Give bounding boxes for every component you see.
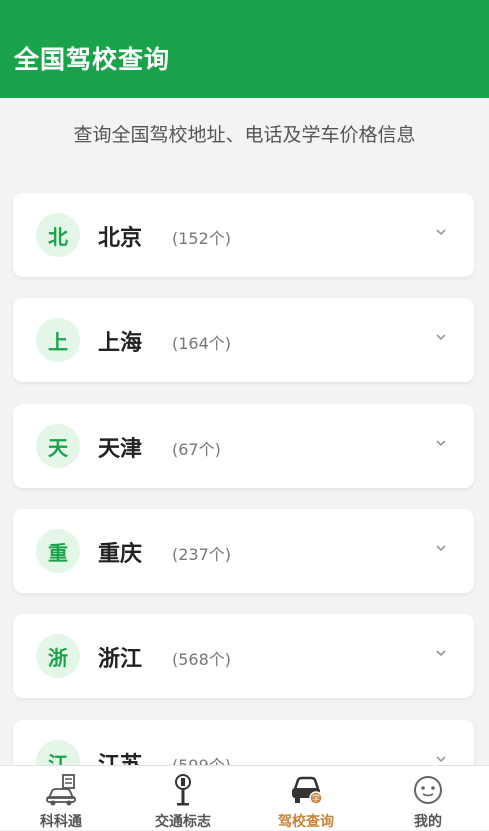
chevron-down-icon[interactable]: [436, 227, 446, 237]
page-subtitle: 查询全国驾校地址、电话及学车价格信息: [73, 124, 416, 146]
region-name: 上海: [98, 331, 143, 356]
page-title: 全国驾校查询: [14, 45, 171, 74]
region-list: 查询全国驾校地址、电话及学车价格信息 北 北京 (152个) 上 上海 (164…: [0, 0, 489, 765]
region-badge: 天: [36, 424, 80, 468]
region-card-beijing[interactable]: 北 北京 (152个): [13, 193, 474, 277]
region-badge: 重: [36, 529, 80, 573]
region-count: (164个): [172, 334, 232, 353]
region-card-zhejiang[interactable]: 浙 浙江 (568个): [13, 614, 474, 698]
chevron-down-icon[interactable]: [436, 332, 446, 342]
region-card-jiangsu[interactable]: 江 江苏 (599个): [13, 720, 474, 765]
chevron-down-icon[interactable]: [436, 648, 446, 658]
region-name: 天津: [98, 437, 143, 462]
chevron-down-icon[interactable]: [436, 543, 446, 553]
tab-profile[interactable]: 我的: [367, 766, 489, 830]
region-count: (568个): [172, 650, 232, 669]
driving-school-car-icon: 学: [292, 776, 323, 805]
region-card-tianjin[interactable]: 天 天津 (67个): [13, 404, 474, 488]
region-badge: 北: [36, 213, 80, 257]
region-card-shanghai[interactable]: 上 上海 (164个): [13, 298, 474, 382]
tab-traffic-signs[interactable]: 交通标志: [122, 766, 244, 830]
traffic-sign-icon: [175, 774, 191, 806]
tab-driving-school-search[interactable]: 学 驾校查询: [245, 766, 367, 830]
car-exam-icon: [46, 774, 76, 806]
region-count: (599个): [172, 752, 231, 765]
region-name: 北京: [98, 226, 143, 251]
app-header: 全国驾校查询: [0, 0, 489, 98]
chevron-down-icon[interactable]: [436, 438, 446, 448]
region-badge: 上: [36, 318, 80, 362]
tab-label: 科科通: [40, 814, 82, 830]
profile-face-icon: [414, 776, 442, 804]
chevron-down-icon[interactable]: [436, 754, 446, 764]
region-name: 江苏: [98, 747, 142, 765]
tab-label: 驾校查询: [278, 814, 334, 830]
region-count: (67个): [172, 440, 221, 459]
region-count: (152个): [172, 229, 232, 248]
region-badge: 江: [36, 740, 80, 765]
tab-label: 交通标志: [155, 814, 211, 830]
bottom-tab-bar: 科科通 交通标志 学 驾校查询 我的: [0, 765, 489, 830]
region-name: 浙江: [98, 647, 143, 672]
tab-kekotong[interactable]: 科科通: [0, 766, 122, 830]
region-card-chongqing[interactable]: 重 重庆 (237个): [13, 509, 474, 593]
region-badge: 浙: [36, 634, 80, 678]
svg-text:学: 学: [312, 793, 320, 803]
region-name: 重庆: [98, 542, 143, 567]
region-count: (237个): [172, 545, 232, 564]
tab-label: 我的: [414, 814, 442, 830]
